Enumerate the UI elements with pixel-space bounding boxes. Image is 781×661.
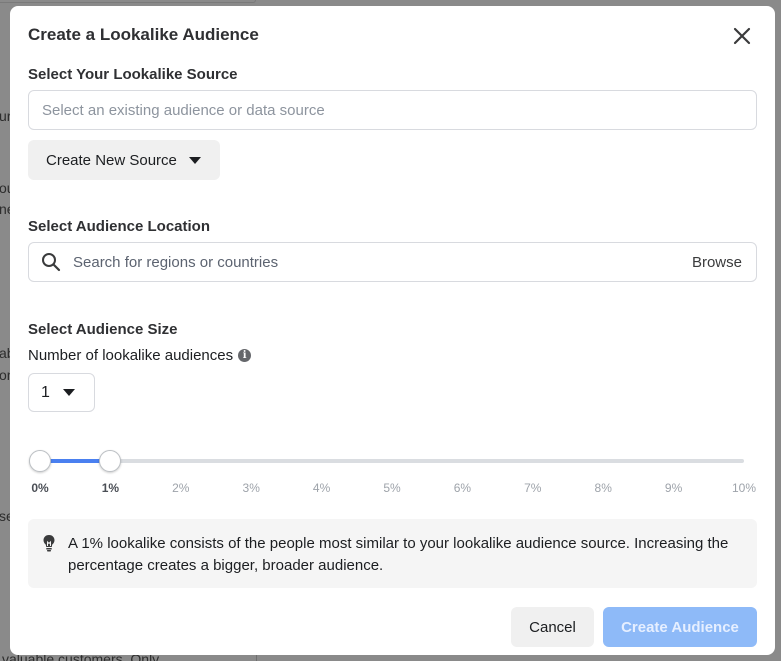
lookalike-count-value: 1 <box>41 383 50 401</box>
slider-handle-end[interactable] <box>99 450 122 472</box>
location-search-input[interactable]: Search for regions or countries Browse <box>28 242 757 282</box>
slider-tick-label: 3% <box>242 481 260 495</box>
lookalike-count-text: Number of lookalike audiences <box>28 347 234 364</box>
background-divider <box>256 655 257 661</box>
lookalike-count-label: Number of lookalike audiences i <box>28 347 252 364</box>
size-section-label: Select Audience Size <box>28 321 178 338</box>
slider-tick-label: 10% <box>731 481 757 495</box>
location-section-label: Select Audience Location <box>28 218 210 235</box>
caret-down-icon <box>62 389 75 396</box>
lookalike-count-select[interactable]: 1 <box>28 373 95 412</box>
source-section-label: Select Your Lookalike Source <box>28 66 238 83</box>
create-new-source-button[interactable]: Create New Source <box>28 140 220 180</box>
source-input[interactable]: Select an existing audience or data sour… <box>28 90 757 130</box>
slider-tick-label: 4% <box>312 481 331 495</box>
dialog-title: Create a Lookalike Audience <box>28 25 259 44</box>
search-icon <box>42 253 61 272</box>
audience-size-slider-track[interactable] <box>40 459 744 463</box>
slider-tick-label: 7% <box>524 481 542 495</box>
background-toolbar <box>0 0 256 3</box>
slider-tick-label: 5% <box>383 481 401 495</box>
slider-tick-label: 8% <box>594 481 612 495</box>
slider-tick-label: 9% <box>664 481 683 495</box>
create-new-source-label: Create New Source <box>46 151 177 169</box>
info-icon[interactable]: i <box>238 349 252 362</box>
create-audience-button[interactable]: Create Audience <box>603 607 757 647</box>
caret-down-icon <box>188 156 201 164</box>
lightbulb-icon <box>43 535 55 552</box>
location-input-placeholder: Search for regions or countries <box>73 253 279 271</box>
tip-text: A 1% lookalike consists of the people mo… <box>68 535 729 574</box>
slider-handle-start[interactable] <box>29 450 51 472</box>
slider-tick-label: 6% <box>453 481 472 495</box>
browse-button[interactable]: Browse <box>692 254 742 271</box>
slider-tick-label: 1% <box>101 481 120 495</box>
close-button[interactable] <box>732 26 752 46</box>
slider-tick-label: 2% <box>172 481 190 495</box>
tip-box: A 1% lookalike consists of the people mo… <box>28 519 757 588</box>
close-icon <box>733 27 751 45</box>
lookalike-audience-dialog: Create a Lookalike Audience Select Your … <box>10 6 775 655</box>
slider-tick-label: 0% <box>31 481 49 495</box>
cancel-button[interactable]: Cancel <box>511 607 594 647</box>
source-input-placeholder: Select an existing audience or data sour… <box>42 101 325 119</box>
